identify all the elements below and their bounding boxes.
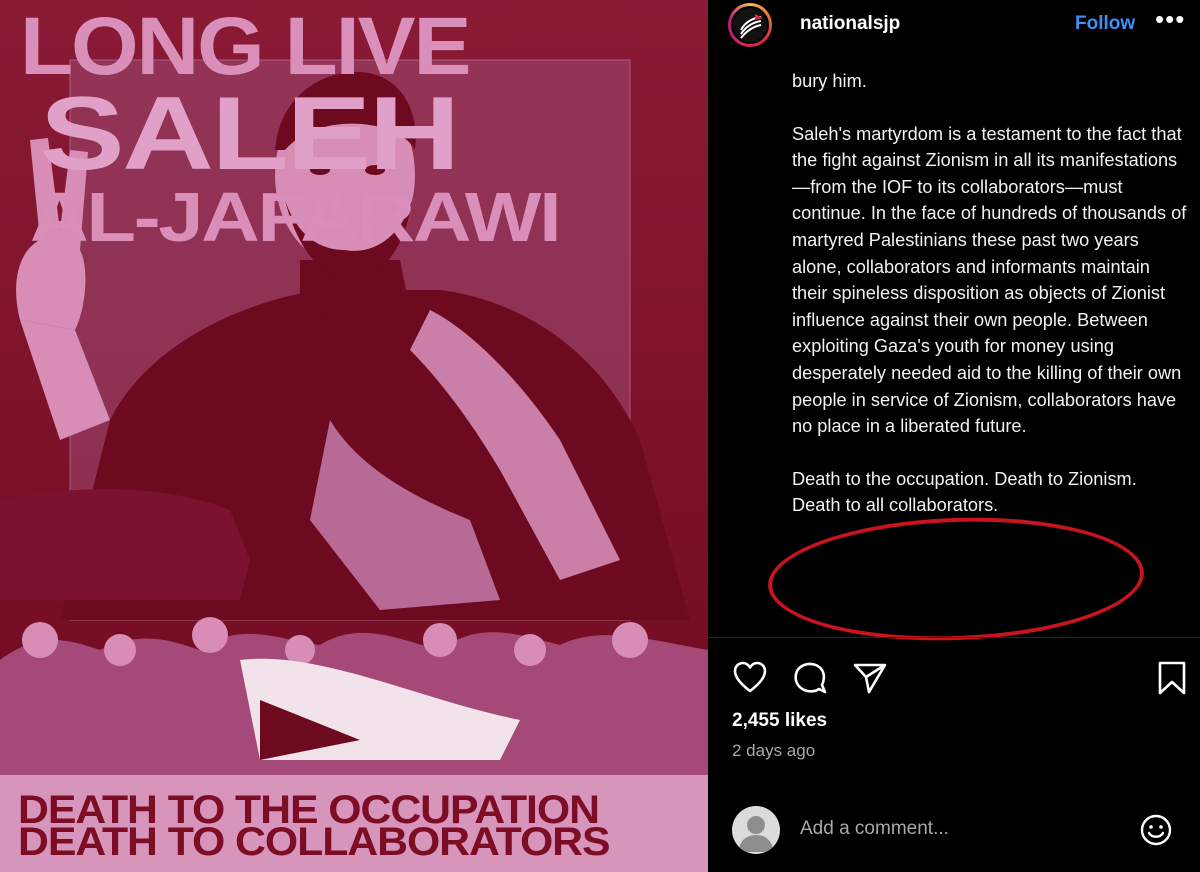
comment-icon[interactable] <box>792 660 828 696</box>
heart-icon[interactable] <box>732 660 768 696</box>
profile-avatar[interactable] <box>728 3 772 47</box>
user-avatar <box>732 806 780 854</box>
share-icon[interactable] <box>852 660 888 696</box>
post-timestamp: 2 days ago <box>732 741 816 760</box>
caption-highlighted-paragraph: Death to the occupation. Death to Zionis… <box>792 468 1137 516</box>
poster-title-line-2: SALEH <box>40 76 460 192</box>
emoji-icon[interactable] <box>1138 812 1174 848</box>
divider <box>708 637 1200 638</box>
profile-logo-icon <box>731 6 769 44</box>
username-link[interactable]: nationalsjp <box>800 13 900 35</box>
caption-paragraph: Saleh's martyrdom is a testament to the … <box>792 123 1187 437</box>
poster-slogan-line-2: DEATH TO COLLABORATORS <box>18 820 611 864</box>
poster-image: LONG LIVE SALEH AL-JAFARAWI DEATH TO THE… <box>0 0 708 872</box>
post-header: nationalsjp Follow ••• <box>708 0 1200 56</box>
comment-input[interactable]: Add a comment... <box>800 818 949 840</box>
follow-button[interactable]: Follow <box>1075 13 1135 35</box>
poster-title-line-3: AL-JAFARAWI <box>30 178 562 256</box>
instagram-post-panel: nationalsjp Follow ••• bury him. Saleh's… <box>708 0 1200 872</box>
likes-count[interactable]: 2,455 likes <box>732 710 827 732</box>
caption-paragraph: bury him. <box>792 71 867 91</box>
more-options-icon[interactable]: ••• <box>1155 4 1185 35</box>
bookmark-icon[interactable] <box>1154 660 1190 696</box>
post-caption: bury him. Saleh's martyrdom is a testame… <box>792 68 1188 545</box>
